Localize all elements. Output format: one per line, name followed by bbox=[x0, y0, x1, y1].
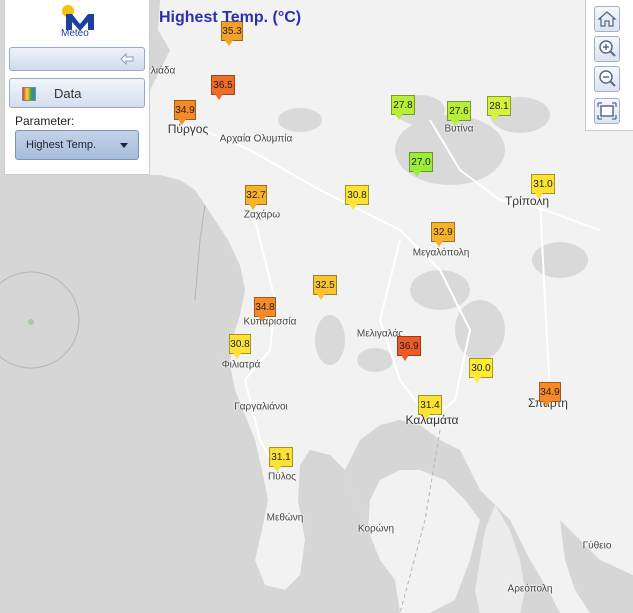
marker-pointer bbox=[451, 120, 459, 126]
marker-pointer bbox=[178, 119, 186, 125]
logo-text: Meteo bbox=[61, 28, 89, 39]
marker-pointer bbox=[435, 241, 443, 247]
temperature-marker[interactable]: 27.0 bbox=[409, 152, 433, 177]
place-label: Πύλος bbox=[268, 471, 296, 483]
temperature-marker[interactable]: 36.9 bbox=[397, 336, 421, 361]
collapse-arrow-icon bbox=[120, 53, 134, 65]
parameter-select-value: Highest Temp. bbox=[26, 139, 97, 151]
temperature-marker[interactable]: 34.9 bbox=[539, 382, 561, 407]
full-extent-button[interactable] bbox=[594, 98, 620, 124]
zoom-out-icon bbox=[599, 70, 616, 87]
temperature-marker[interactable]: 34.8 bbox=[254, 297, 276, 322]
color-palette-icon bbox=[22, 87, 36, 101]
marker-pointer bbox=[349, 204, 357, 210]
place-label: Γύθειο bbox=[582, 540, 612, 552]
temperature-marker[interactable]: 31.1 bbox=[269, 447, 293, 472]
parameter-select[interactable]: Highest Temp. bbox=[15, 130, 139, 160]
control-panel: Meteo Data Parameter: Highest Temp. bbox=[4, 0, 150, 175]
temperature-marker[interactable]: 31.0 bbox=[531, 174, 555, 199]
marker-pointer bbox=[535, 193, 543, 199]
marker-pointer bbox=[317, 294, 325, 300]
place-label: Κορώνη bbox=[357, 523, 395, 535]
place-label: Κυπαρισσία bbox=[243, 316, 297, 328]
place-label: Αρεόπολη bbox=[507, 583, 553, 595]
marker-pointer bbox=[233, 353, 241, 359]
temperature-marker[interactable]: 27.8 bbox=[391, 95, 415, 120]
map-title: Highest Temp. (°C) bbox=[159, 9, 302, 26]
place-label: Ζαχάρω bbox=[243, 209, 281, 221]
marker-pointer bbox=[249, 204, 257, 210]
marker-pointer bbox=[395, 114, 403, 120]
data-button[interactable]: Data bbox=[9, 78, 145, 108]
zoom-out-button[interactable] bbox=[594, 66, 620, 92]
marker-pointer bbox=[215, 94, 223, 100]
temperature-marker[interactable]: 31.4 bbox=[418, 395, 442, 420]
place-label: Φιλιατρά bbox=[221, 359, 261, 371]
temperature-marker[interactable]: 30.0 bbox=[469, 358, 493, 383]
marker-pointer bbox=[543, 401, 551, 407]
temperature-marker[interactable]: 32.7 bbox=[245, 185, 267, 210]
marker-pointer bbox=[491, 115, 499, 121]
marker-pointer bbox=[473, 377, 481, 383]
parameter-label: Parameter: bbox=[15, 114, 75, 128]
place-label: Πύργος bbox=[167, 122, 209, 136]
marker-pointer bbox=[225, 40, 233, 46]
temperature-marker[interactable]: 28.1 bbox=[487, 96, 511, 121]
marker-pointer bbox=[273, 466, 281, 472]
temperature-marker[interactable]: 32.5 bbox=[313, 275, 337, 300]
marker-pointer bbox=[422, 414, 430, 420]
home-icon bbox=[597, 11, 617, 27]
marker-pointer bbox=[258, 316, 266, 322]
temperature-marker[interactable]: 27.6 bbox=[447, 101, 471, 126]
collapse-panel-button[interactable] bbox=[9, 47, 145, 71]
home-button[interactable] bbox=[594, 6, 620, 32]
full-extent-icon bbox=[597, 102, 617, 120]
place-label: Μεγαλόπολη bbox=[412, 247, 470, 259]
place-label: Μεθώνη bbox=[266, 512, 304, 524]
temperature-marker[interactable]: 30.8 bbox=[345, 185, 369, 210]
place-label: Καλαμάτα bbox=[405, 413, 459, 427]
temperature-marker[interactable]: 30.8 bbox=[229, 334, 251, 359]
marker-pointer bbox=[401, 355, 409, 361]
temperature-marker[interactable]: 34.9 bbox=[174, 100, 196, 125]
place-label: Γαργαλιάνοι bbox=[234, 401, 288, 413]
temperature-marker[interactable]: 36.5 bbox=[211, 75, 235, 100]
zoom-in-button[interactable] bbox=[594, 36, 620, 62]
temperature-marker[interactable]: 32.9 bbox=[431, 222, 455, 247]
zoom-in-icon bbox=[599, 40, 616, 57]
place-label: Βυτίνα bbox=[444, 123, 474, 135]
place-label: Αρχαία Ολυμπία bbox=[219, 133, 293, 145]
marker-pointer bbox=[413, 171, 421, 177]
chevron-down-icon bbox=[120, 143, 128, 148]
map-toolbar bbox=[585, 0, 633, 131]
data-button-label: Data bbox=[54, 86, 82, 101]
